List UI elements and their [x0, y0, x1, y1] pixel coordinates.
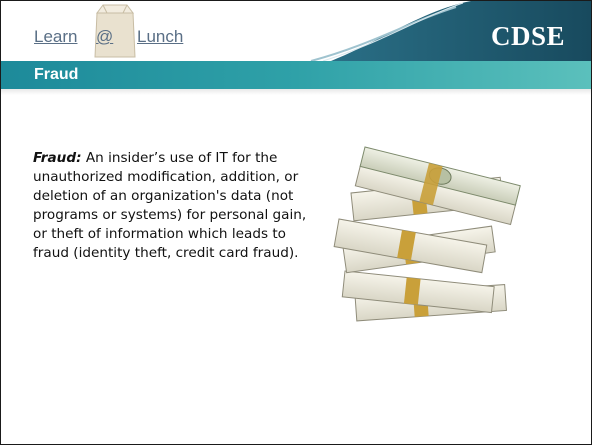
slide-title: Fraud: [34, 66, 79, 83]
money-stack-icon: [333, 146, 521, 322]
brand-lunch: Lunch: [137, 27, 184, 46]
brand-learn: Learn: [34, 27, 78, 46]
title-bar: Fraud: [1, 61, 591, 89]
definition-text: An insider’s use of IT for the unauthori…: [33, 150, 307, 261]
brand-at: @: [96, 27, 114, 46]
definition-paragraph: Fraud: An insider’s use of IT for the un…: [33, 149, 311, 263]
slide: Learn @ Lunch CDSE Fraud Fraud: An insid…: [0, 0, 592, 445]
title-shadow: [1, 89, 591, 95]
definition-term: Fraud:: [33, 150, 82, 166]
slide-header: Learn @ Lunch CDSE: [1, 1, 591, 61]
cdse-logo: CDSE: [490, 21, 565, 51]
